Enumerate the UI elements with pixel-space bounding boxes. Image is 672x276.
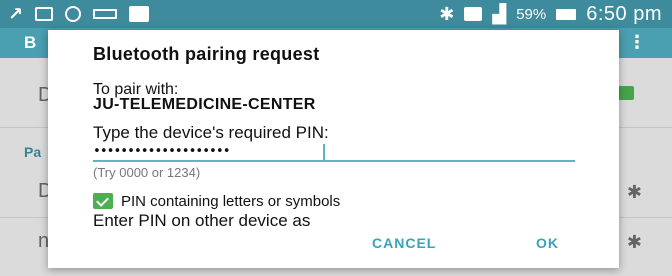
email-icon xyxy=(93,9,118,19)
signal-icon: ▟ xyxy=(492,4,507,24)
device-name: JU-TELEMEDICINE-CENTER xyxy=(93,96,316,113)
checkbox-checked-icon[interactable] xyxy=(93,193,113,209)
pin-input[interactable] xyxy=(93,142,575,162)
app-bar-title: B xyxy=(24,33,37,52)
calendar-icon xyxy=(129,6,150,22)
checkbox-label: PIN containing letters or symbols xyxy=(121,192,341,210)
status-bar-system: ✱ ▟ 59% 6:50 pm xyxy=(439,3,662,25)
ok-button[interactable]: OK xyxy=(536,235,559,251)
text-cursor xyxy=(323,144,325,160)
enter-pin-instruction: Enter PIN on other device as xyxy=(93,211,311,230)
bluetooth-pairing-dialog: Bluetooth pairing request To pair with: … xyxy=(48,30,619,268)
cancel-button[interactable]: CANCEL xyxy=(372,235,436,251)
battery-icon xyxy=(556,8,577,20)
status-bar: ↗ ✱ ▟ 59% 6:50 pm xyxy=(0,0,672,28)
dialog-title: Bluetooth pairing request xyxy=(93,44,320,64)
app-icon: ↗ xyxy=(8,4,24,24)
home-icon xyxy=(464,7,483,21)
status-bar-notifications: ↗ xyxy=(8,4,150,24)
battery-percentage: 59% xyxy=(516,5,547,23)
pin-prompt: Type the device's required PIN: xyxy=(93,123,329,142)
bluetooth-icon: ✱ xyxy=(439,4,455,24)
image-icon xyxy=(35,7,54,21)
alarm-icon xyxy=(65,6,82,22)
alphanumeric-pin-option[interactable]: PIN containing letters or symbols xyxy=(93,192,340,210)
overflow-menu-icon[interactable]: ⋮ xyxy=(628,32,646,53)
clock: 6:50 pm xyxy=(586,2,662,25)
pin-hint: (Try 0000 or 1234) xyxy=(93,165,201,180)
